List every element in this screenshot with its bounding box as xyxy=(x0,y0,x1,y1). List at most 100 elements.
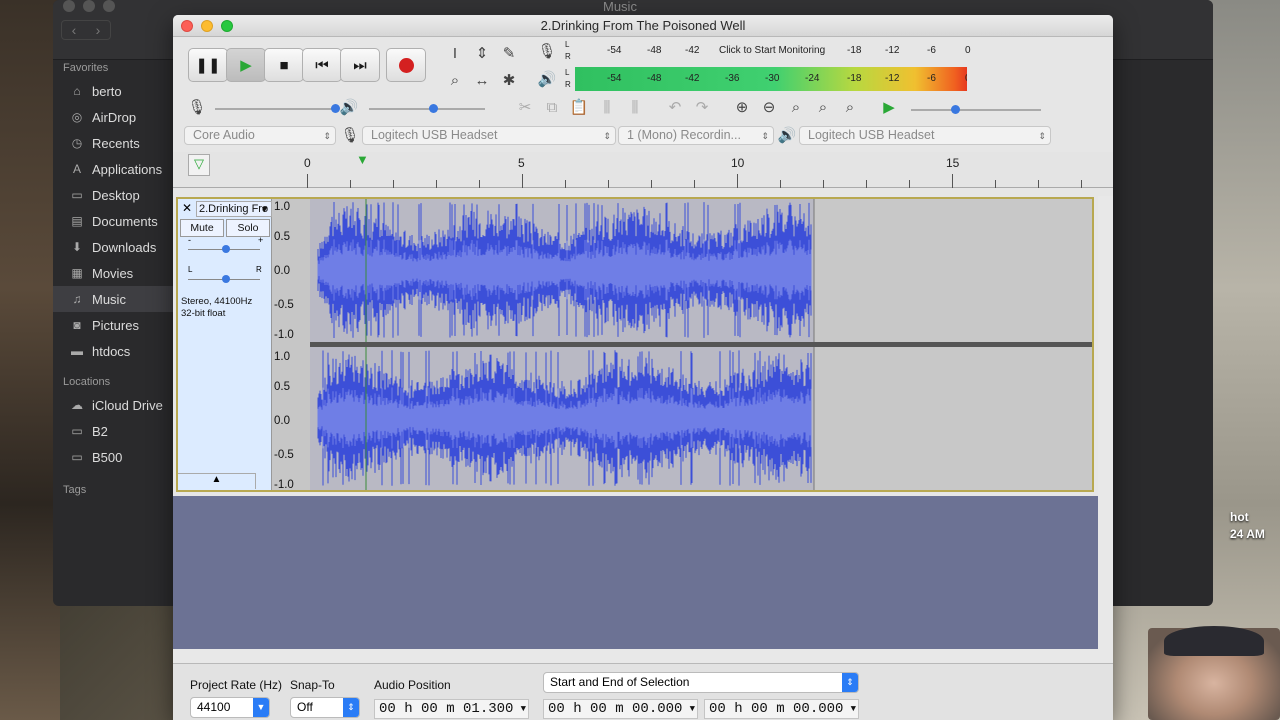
finder-title: Music xyxy=(603,0,637,14)
track-close-button[interactable]: ✕ xyxy=(182,201,192,215)
zoom-toggle-button[interactable]: ⌕ xyxy=(838,95,862,119)
mute-button[interactable]: Mute xyxy=(180,219,224,237)
empty-track-area[interactable] xyxy=(173,496,1098,649)
window-close-button[interactable] xyxy=(181,20,193,32)
track-name: 2.Drinking Fro xyxy=(199,203,269,215)
waveform-right-channel[interactable] xyxy=(310,347,1092,490)
folder-icon: ▬ xyxy=(71,344,83,358)
play-speed-slider[interactable] xyxy=(911,105,1041,114)
sidebar-item-recents[interactable]: ◷ Recents xyxy=(53,130,173,156)
vertical-scrollbar[interactable] xyxy=(1098,196,1113,649)
slider-thumb[interactable] xyxy=(951,105,960,114)
finder-sidebar: Favorites ⌂ berto ◎ AirDrop ◷ Recents A Appl… xyxy=(53,0,173,606)
zoom-tool[interactable]: ⌕ xyxy=(443,68,467,92)
record-meter[interactable]: -54 -48 -42 Click to Start Monitoring -1… xyxy=(575,40,975,62)
playback-volume-slider[interactable] xyxy=(369,104,485,113)
solo-button[interactable]: Solo xyxy=(226,219,270,237)
copy-button[interactable]: ⧉ xyxy=(540,95,564,119)
track-name-menu[interactable]: 2.Drinking Fro ▼ xyxy=(196,201,272,217)
skip-end-icon: ⏭ xyxy=(353,56,367,74)
play-button[interactable]: ▶ xyxy=(226,48,266,82)
sidebar-item-berto[interactable]: ⌂ berto xyxy=(53,78,173,104)
sidebar-item-documents[interactable]: ▤ Documents xyxy=(53,208,173,234)
pause-button[interactable]: ❚❚ xyxy=(188,48,228,82)
selection-tool[interactable]: I xyxy=(443,41,467,65)
ruler-tick xyxy=(608,180,609,188)
selection-mode-select[interactable]: Start and End of Selection ⇕ xyxy=(543,672,859,693)
sidebar-item-applications[interactable]: A Applications xyxy=(53,156,173,182)
pan-slider[interactable] xyxy=(188,275,260,283)
sidebar-item-airdrop[interactable]: ◎ AirDrop xyxy=(53,104,173,130)
record-meter-button[interactable]: 🎙 xyxy=(535,39,559,63)
play-meter[interactable]: -54 -48 -42 -36 -30 -24 -18 -12 -6 0 xyxy=(575,67,975,91)
paste-button[interactable]: 📋 xyxy=(567,95,591,119)
envelope-tool[interactable]: ⇕ xyxy=(470,41,494,65)
trim-button[interactable]: ⫼ xyxy=(595,95,619,119)
slider-thumb[interactable] xyxy=(222,245,230,253)
ruler-tick xyxy=(565,180,566,188)
draw-tool[interactable]: ✎ xyxy=(497,41,521,65)
waveform-left-channel[interactable] xyxy=(310,199,1092,342)
project-rate-label: Project Rate (Hz) xyxy=(190,678,283,692)
click-to-start-monitoring[interactable]: Click to Start Monitoring xyxy=(719,45,825,56)
play-tick: -18 xyxy=(847,73,862,84)
sidebar-item-music[interactable]: ♫ Music xyxy=(53,286,173,312)
timeline-options-button[interactable]: ▽ xyxy=(188,154,210,176)
sidebar-item-label: Downloads xyxy=(92,239,157,255)
sidebar-item-htdocs[interactable]: ▬ htdocs xyxy=(53,338,173,364)
sidebar-item-b500[interactable]: ▭ B500 xyxy=(53,444,173,470)
window-zoom-button[interactable] xyxy=(221,20,233,32)
timeline-ruler[interactable]: ▽ 0 5 10 15 ▼ xyxy=(173,152,1113,188)
sidebar-item-b2[interactable]: ▭ B2 xyxy=(53,418,173,444)
time-shift-tool[interactable]: ↔ xyxy=(470,68,494,92)
zoom-out-button[interactable]: ⊖ xyxy=(757,95,781,119)
sidebar-item-icloud[interactable]: ☁ iCloud Drive xyxy=(53,392,173,418)
fit-selection-button[interactable]: ⌕ xyxy=(784,95,808,119)
horizontal-scrollbar[interactable] xyxy=(173,649,1113,663)
play-meter-button[interactable]: 🔊 xyxy=(535,67,559,91)
audio-position-value: 00 h 00 m 01.300 s xyxy=(379,701,514,720)
silence-icon: ⫼ xyxy=(631,98,639,116)
audio-position-field[interactable]: 00 h 00 m 01.300 s ▼ xyxy=(374,699,529,720)
ruler-tick-label: 15 xyxy=(946,156,960,170)
sidebar-item-desktop[interactable]: ▭ Desktop xyxy=(53,182,173,208)
redo-button[interactable]: ↷ xyxy=(690,95,714,119)
window-minimize-button[interactable] xyxy=(201,20,213,32)
chevron-updown-icon: ⇕ xyxy=(343,698,359,717)
fit-project-button[interactable]: ⌕ xyxy=(811,95,835,119)
stop-button[interactable]: ■ xyxy=(264,48,304,82)
collapse-track-button[interactable]: ▲ xyxy=(178,473,256,489)
silence-button[interactable]: ⫼ xyxy=(623,95,647,119)
record-meter-left-label: L xyxy=(565,40,570,49)
skip-to-end-button[interactable]: ⏭ xyxy=(340,48,380,82)
slider-thumb[interactable] xyxy=(429,104,438,113)
record-icon xyxy=(398,57,414,73)
recording-channels-select[interactable]: 1 (Mono) Recordin... ⇕ xyxy=(618,126,774,145)
microphone-icon: 🎙 xyxy=(340,127,360,144)
play-tick: -30 xyxy=(765,73,780,84)
record-button[interactable] xyxy=(386,48,426,82)
play-at-speed-button[interactable]: ▶ xyxy=(877,95,901,119)
playhead-marker[interactable]: ▼ xyxy=(356,152,369,167)
recording-device-select[interactable]: Logitech USB Headset ⇕ xyxy=(362,126,616,145)
slider-thumb[interactable] xyxy=(222,275,230,283)
audio-track[interactable]: ✕ 2.Drinking Fro ▼ Mute Solo - + L R Ster… xyxy=(176,197,1094,492)
gain-slider[interactable] xyxy=(188,245,260,253)
zoom-in-button[interactable]: ⊕ xyxy=(730,95,754,119)
multi-tool[interactable]: ✱ xyxy=(497,68,521,92)
recording-volume-slider[interactable] xyxy=(215,104,340,113)
project-rate-select[interactable]: 44100 ▼ xyxy=(190,697,270,718)
skip-to-start-button[interactable]: ⏮ xyxy=(302,48,342,82)
sidebar-item-pictures[interactable]: ◙ Pictures xyxy=(53,312,173,338)
sidebar-item-movies[interactable]: ▦ Movies xyxy=(53,260,173,286)
selection-start-field[interactable]: 00 h 00 m 00.000 s ▼ xyxy=(543,699,698,720)
sidebar-item-downloads[interactable]: ⬇ Downloads xyxy=(53,234,173,260)
triangle-up-icon: ▲ xyxy=(211,474,222,485)
undo-button[interactable]: ↶ xyxy=(663,95,687,119)
cut-button[interactable]: ✂ xyxy=(513,95,537,119)
audio-host-select[interactable]: Core Audio ⇕ xyxy=(184,126,336,145)
selection-end-field[interactable]: 00 h 00 m 00.000 s ▼ xyxy=(704,699,859,720)
snap-to-select[interactable]: Off ⇕ xyxy=(290,697,360,718)
scale-label: -1.0 xyxy=(274,329,294,341)
playback-device-select[interactable]: Logitech USB Headset ⇕ xyxy=(799,126,1051,145)
